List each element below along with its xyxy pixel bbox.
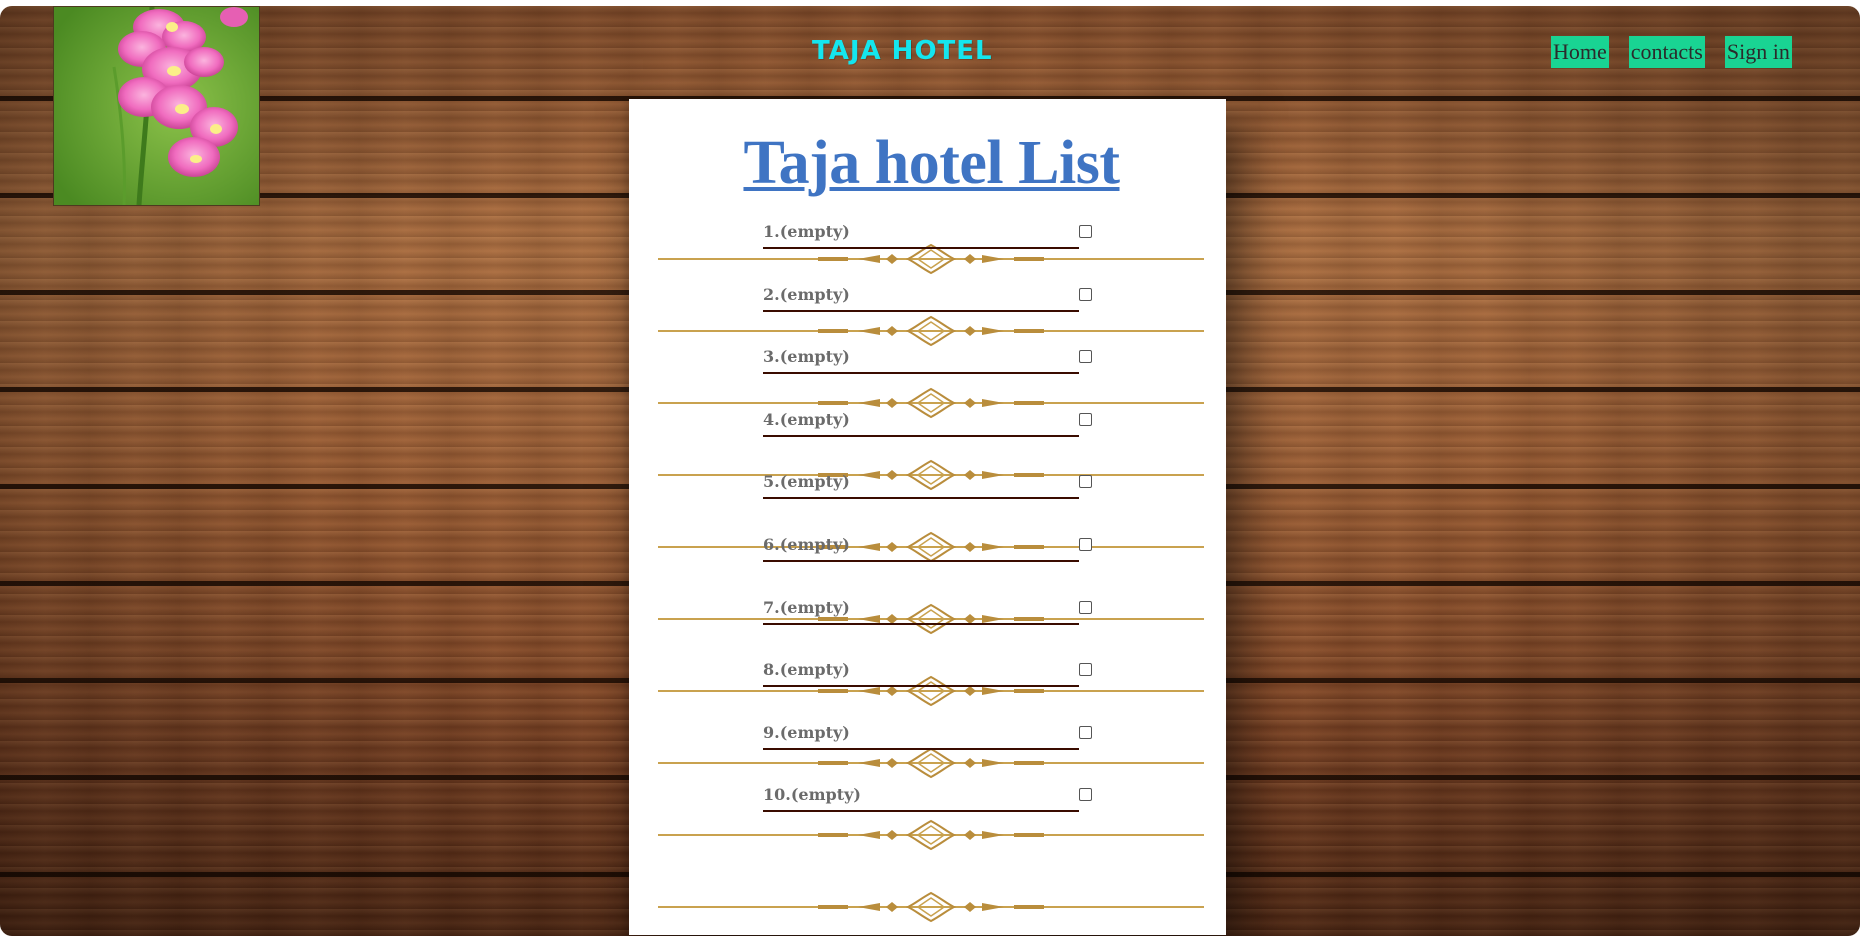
list-item-checkbox[interactable] (1079, 475, 1092, 488)
list-item-checkbox[interactable] (1079, 225, 1092, 238)
list-item: 5.(empty) (763, 469, 1093, 499)
nav-home-link[interactable]: Home (1551, 36, 1609, 68)
list-item-label: 3.(empty) (763, 347, 1079, 374)
ornamental-divider (658, 819, 1204, 851)
nav-sign-in-link[interactable]: Sign in (1724, 36, 1792, 68)
list-item-label: 1.(empty) (763, 222, 1079, 249)
list-item: 4.(empty) (763, 407, 1093, 437)
list-item-label: 8.(empty) (763, 660, 1079, 687)
list-item-label: 10.(empty) (763, 785, 1079, 812)
ornamental-divider (658, 747, 1204, 779)
list-item-checkbox[interactable] (1079, 350, 1092, 363)
list-item-checkbox[interactable] (1079, 663, 1092, 676)
list-item-checkbox[interactable] (1079, 413, 1092, 426)
list-item-checkbox[interactable] (1079, 538, 1092, 551)
site-title: TAJA HOTEL (812, 36, 993, 66)
ornamental-divider (658, 891, 1204, 923)
list-item-label: 9.(empty) (763, 723, 1079, 750)
top-nav: Home contacts Sign in (1551, 36, 1792, 68)
list-item: 10.(empty) (763, 782, 1093, 812)
list-item-label: 4.(empty) (763, 410, 1079, 437)
list-title: Taja hotel List (743, 129, 1120, 197)
list-item-checkbox[interactable] (1079, 788, 1092, 801)
nav-contacts-link[interactable]: contacts (1628, 36, 1705, 68)
list-item: 9.(empty) (763, 720, 1093, 750)
list-item: 1.(empty) (763, 219, 1093, 249)
list-item: 6.(empty) (763, 532, 1093, 562)
list-item-checkbox[interactable] (1079, 601, 1092, 614)
list-item-label: 2.(empty) (763, 285, 1079, 312)
list-item: 3.(empty) (763, 344, 1093, 374)
list-item: 2.(empty) (763, 282, 1093, 312)
list-item-checkbox[interactable] (1079, 288, 1092, 301)
list-item: 8.(empty) (763, 657, 1093, 687)
list-item: 7.(empty) (763, 595, 1093, 625)
list-item-label: 5.(empty) (763, 472, 1079, 499)
list-item-label: 6.(empty) (763, 535, 1079, 562)
list-item-label: 7.(empty) (763, 598, 1079, 625)
list-item-checkbox[interactable] (1079, 726, 1092, 739)
